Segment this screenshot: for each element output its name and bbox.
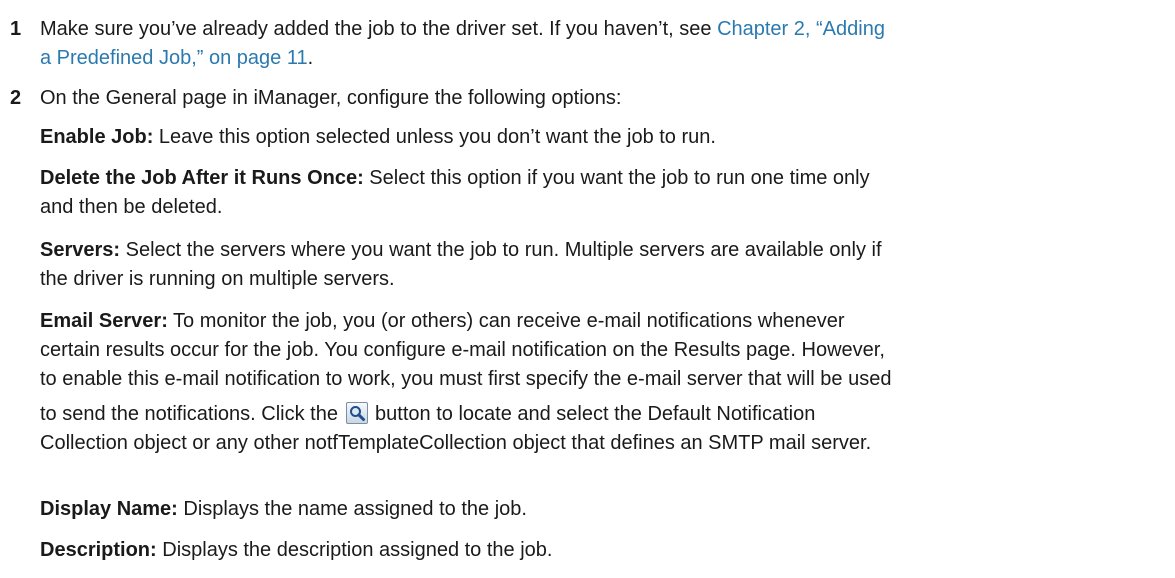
option-delete-job: Delete the Job After it Runs Once: Selec…	[40, 164, 1165, 222]
step-1-intro: Make sure you’ve already added the job t…	[40, 18, 718, 40]
option-label: Delete the Job After it Runs Once:	[40, 167, 364, 189]
option-enable-job: Enable Job: Leave this option selected u…	[40, 123, 1165, 152]
option-display-name: Display Name: Displays the name assigned…	[40, 495, 1165, 524]
option-description-field: Description: Displays the description as…	[40, 536, 1165, 565]
option-description-line1: To monitor the job, you (or others) can …	[167, 310, 845, 332]
option-email-server: Email Server: To monitor the job, you (o…	[40, 307, 1165, 458]
option-description-line4: to send the notifications. Click the but…	[40, 400, 815, 429]
option-description-line1: Select the servers where you want the jo…	[120, 239, 882, 261]
option-description: Leave this option selected unless you do…	[153, 126, 716, 148]
step-1-text: Make sure you’ve already added the job t…	[40, 15, 1165, 73]
option-label: Email Server:	[40, 310, 168, 332]
option-description-line5: Collection object or any other notfTempl…	[40, 432, 872, 454]
option-description: Displays the name assigned to the job.	[177, 498, 527, 520]
document-page: 1 Make sure you’ve already added the job…	[0, 0, 1175, 578]
step-2: 2 On the General page in iManager, confi…	[0, 84, 1175, 113]
option-servers: Servers: Select the servers where you wa…	[40, 236, 1165, 294]
step-1: 1 Make sure you’ve already added the job…	[0, 15, 1175, 73]
option-label: Description:	[40, 539, 157, 561]
option-description-line2: the driver is running on multiple server…	[40, 268, 395, 290]
chapter-2-link-line1[interactable]: Chapter 2, “Adding	[717, 18, 885, 40]
option-description-line2: and then be deleted.	[40, 196, 223, 218]
search-button[interactable]	[345, 402, 368, 424]
step-1-period: .	[307, 47, 314, 69]
option-label: Servers:	[40, 239, 121, 261]
step-number: 1	[10, 18, 22, 40]
option-label: Enable Job:	[40, 126, 154, 148]
option-description: Displays the description assigned to the…	[156, 539, 553, 561]
option-description-line4-start: to send the notifications. Click the	[40, 403, 344, 425]
step-2-text: On the General page in iManager, configu…	[40, 87, 622, 109]
step-number: 2	[10, 87, 22, 109]
option-description-line2: certain results occur for the job. You c…	[40, 339, 885, 361]
option-description-line3: to enable this e-mail notification to wo…	[40, 368, 892, 390]
option-label: Display Name:	[40, 498, 178, 520]
chapter-2-link-line2[interactable]: a Predefined Job,” on page 11	[40, 47, 308, 69]
option-description-line4-end: button to locate and select the Default …	[369, 403, 816, 425]
option-description-line1: Select this option if you want the job t…	[363, 167, 870, 189]
search-icon	[349, 406, 365, 421]
